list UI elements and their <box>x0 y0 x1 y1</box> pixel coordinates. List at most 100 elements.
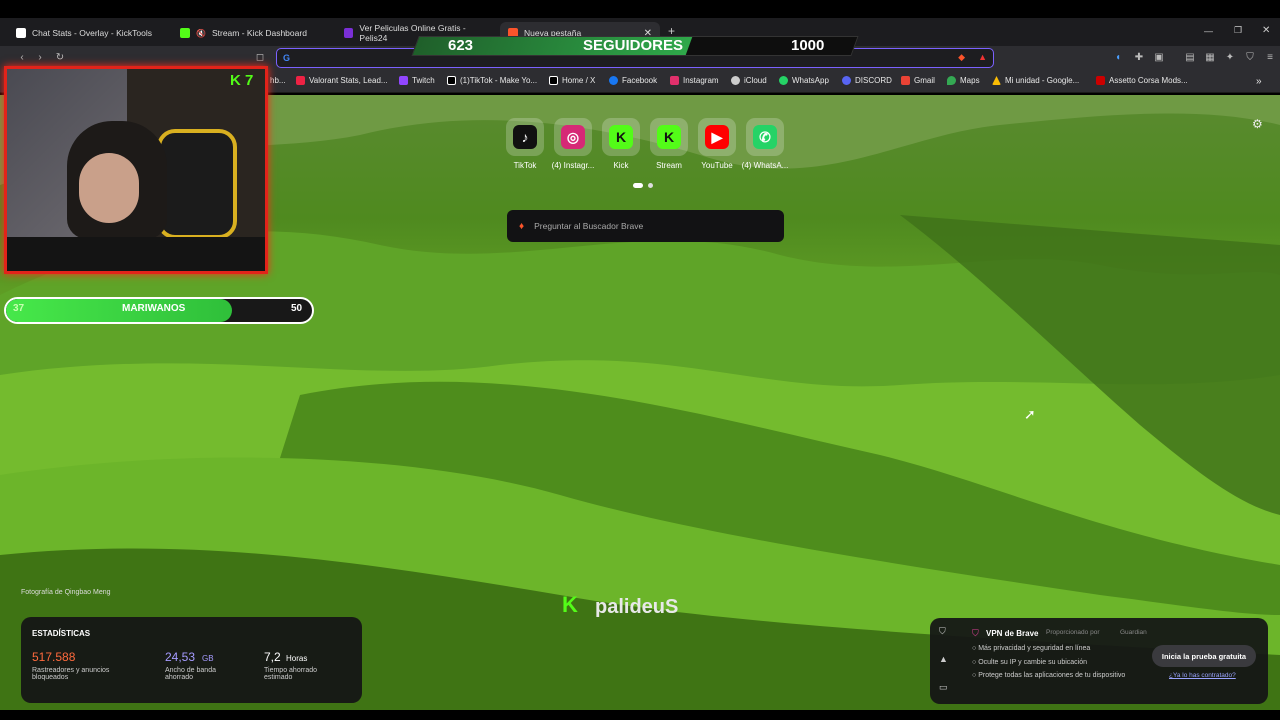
bookmark-label: Mi unidad - Google... <box>1005 76 1080 85</box>
mute-icon[interactable]: 🔇 <box>196 29 206 38</box>
leo-icon[interactable]: ✦ <box>1224 52 1236 64</box>
bookmark-drive[interactable]: Mi unidad - Google... <box>992 76 1079 85</box>
card-icon[interactable]: ▭ <box>939 682 948 693</box>
bookmark-label: Valorant Stats, Lead... <box>309 76 388 85</box>
extensions-icon[interactable]: ✚ <box>1133 52 1145 64</box>
bandwidth-label: Ancho de banda ahorrado <box>165 667 216 681</box>
bookmark-instagram[interactable]: Instagram <box>670 76 719 85</box>
followers-current: 623 <box>448 37 474 54</box>
bookmark-label: Home / X <box>562 76 596 85</box>
icloud-icon <box>731 76 740 85</box>
vpn-feature-text: Oculte su IP y cambie su ubicación <box>978 659 1088 666</box>
bookmark-gmail[interactable]: Gmail <box>901 76 935 85</box>
gmail-icon <box>901 76 910 85</box>
bookmark-assetto[interactable]: Assetto Corsa Mods... <box>1096 76 1188 85</box>
assetto-icon <box>1096 76 1105 85</box>
kick-icon: K <box>657 125 681 149</box>
bookmark-discord[interactable]: DISCORD <box>842 76 892 85</box>
bookmark-tiktok[interactable]: (1)TikTok - Make Yo... <box>447 76 537 85</box>
mouse-cursor-icon: ➚ <box>1024 406 1036 422</box>
whatsapp-icon <box>779 76 788 85</box>
speed-dial-label: (4) WhatsA... <box>741 161 789 170</box>
brave-search-box[interactable]: ♦ Preguntar al Buscador Brave <box>507 210 784 242</box>
bookmark-label: Facebook <box>622 76 658 85</box>
bookmark-label: Gmail <box>914 76 935 85</box>
close-window-icon[interactable]: ✕ <box>1262 25 1270 36</box>
followers-goal: 1000 <box>791 37 825 54</box>
bookmark-label: Assetto Corsa Mods... <box>1109 76 1188 85</box>
instagram-icon <box>670 76 679 85</box>
bookmark-facebook[interactable]: Facebook <box>609 76 657 85</box>
screenshot-icon[interactable]: ▣ <box>1153 52 1165 64</box>
youtube-icon: ▶ <box>705 125 729 149</box>
bookmark-label: Twitch <box>412 76 435 85</box>
start-trial-button[interactable]: Inicia la prueba gratuita <box>1152 645 1256 667</box>
speed-dial-instagram[interactable]: ◎ <box>554 118 592 156</box>
valorant-icon <box>296 76 305 85</box>
speed-dial-tiktok[interactable]: ♪ <box>506 118 544 156</box>
x-icon <box>549 76 558 85</box>
speed-dial-stream[interactable]: K <box>650 118 688 156</box>
bookmark-icloud[interactable]: iCloud <box>731 76 767 85</box>
stats-widget: ESTADÍSTICAS 517.588 Rastreadores y anun… <box>21 617 362 703</box>
instagram-icon: ◎ <box>561 125 585 149</box>
webcam-overlay <box>4 66 268 274</box>
vpn-feature: ○ Oculte su IP y cambie su ubicación <box>972 659 1088 666</box>
vpn-icon[interactable]: ⛉ <box>1244 52 1256 64</box>
streamer-watermark: palideuS <box>595 596 679 618</box>
bookmark-hb[interactable]: hb... <box>270 76 286 85</box>
forward-icon[interactable]: › <box>34 52 46 64</box>
bookmark-maps[interactable]: Maps <box>947 76 980 85</box>
speed-dial-whatsapp[interactable]: ✆ <box>746 118 784 156</box>
tab-chat-stats[interactable]: Chat Stats - Overlay - KickTools <box>8 22 168 44</box>
more-bookmarks-icon[interactable]: » <box>1256 76 1262 87</box>
already-purchased-link[interactable]: ¿Ya lo has contratado? <box>1169 672 1236 679</box>
bookmark-twitch[interactable]: Twitch <box>399 76 435 85</box>
reload-icon[interactable]: ↻ <box>54 52 66 64</box>
maps-icon <box>947 76 956 85</box>
page-dot-active[interactable] <box>633 183 643 188</box>
bookmark-valorant[interactable]: Valorant Stats, Lead... <box>296 76 388 85</box>
screen: Chat Stats - Overlay - KickTools 🔇 Strea… <box>0 0 1280 720</box>
minimize-icon[interactable]: — <box>1204 26 1213 36</box>
speed-dial-kick[interactable]: K <box>602 118 640 156</box>
back-icon[interactable]: ‹ <box>16 52 28 64</box>
wallet-icon[interactable]: ▦ <box>1204 52 1216 64</box>
kick-viewer-badge: K 7 <box>230 72 254 89</box>
whatsapp-icon: ✆ <box>753 125 777 149</box>
bookmark-label: Maps <box>960 76 980 85</box>
bookmark-x[interactable]: Home / X <box>549 76 595 85</box>
brave-rewards-icon[interactable]: ▲ <box>978 52 987 62</box>
tab-label: Stream - Kick Dashboard <box>211 28 307 38</box>
menu-icon[interactable]: ≡ <box>1264 52 1276 64</box>
bookmark-label: (1)TikTok - Make Yo... <box>460 76 538 85</box>
bookmark-whatsapp[interactable]: WhatsApp <box>779 76 829 85</box>
grid-icon <box>16 28 26 38</box>
audio-icon[interactable]: ◖ <box>1112 52 1124 64</box>
shield-icon[interactable]: ⛉ <box>939 626 946 637</box>
speed-dial-youtube[interactable]: ▶ <box>698 118 736 156</box>
vpn-provider-name: Guardian <box>1120 629 1147 636</box>
facebook-icon <box>609 76 618 85</box>
bookmark-label: DISCORD <box>855 76 892 85</box>
alert-icon[interactable]: ▲ <box>939 654 948 664</box>
kick-logo-icon: K <box>562 592 578 617</box>
followers-label: SEGUIDORES <box>583 37 684 54</box>
photo-credit: Fotografía de Qingbao Meng <box>21 589 111 596</box>
bookmark-icon[interactable]: ◻ <box>254 52 266 64</box>
sidebar-icon[interactable]: ▤ <box>1184 52 1196 64</box>
tab-kick-dashboard[interactable]: 🔇 Stream - Kick Dashboard <box>172 22 332 44</box>
vpn-feature-text: Más privacidad y seguridad en línea <box>978 645 1091 652</box>
goal-target: 50 <box>291 303 303 314</box>
page-dot[interactable] <box>648 183 653 188</box>
kick-icon: K <box>609 125 633 149</box>
stats-title: ESTADÍSTICAS <box>32 629 91 638</box>
maximize-icon[interactable]: ❐ <box>1234 25 1242 36</box>
bookmark-label: hb... <box>270 76 286 85</box>
brave-shields-icon[interactable]: ◆ <box>958 52 965 63</box>
twitch-icon <box>399 76 408 85</box>
goal-progress-fill <box>6 299 233 322</box>
bookmark-label: Instagram <box>683 76 719 85</box>
settings-gear-icon[interactable]: ⚙ <box>1252 117 1263 131</box>
search-placeholder: Preguntar al Buscador Brave <box>534 221 644 231</box>
